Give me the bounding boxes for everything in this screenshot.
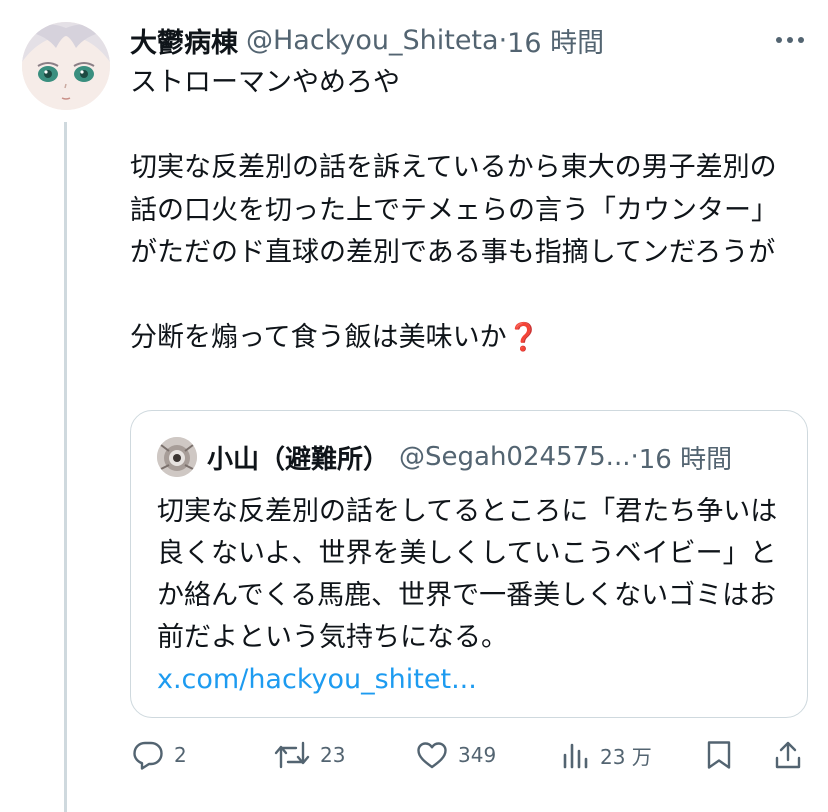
views-count: 23 万 bbox=[600, 744, 652, 769]
post-time[interactable]: 16 時間 bbox=[507, 21, 604, 60]
quote-link[interactable]: x.com/hackyou_shitet... bbox=[157, 664, 477, 695]
thread-line bbox=[64, 122, 67, 812]
action-bar: 2 23 349 23 万 bbox=[130, 730, 808, 780]
quote-author-name: 小山（避難所） bbox=[207, 444, 390, 475]
reply-count: 2 bbox=[174, 743, 187, 767]
reply-button[interactable]: 2 bbox=[132, 730, 187, 780]
share-icon bbox=[775, 741, 801, 769]
quote-time: 16 時間 bbox=[638, 444, 733, 475]
views-button[interactable]: 23 万 bbox=[562, 730, 652, 780]
share-button[interactable] bbox=[774, 730, 802, 780]
like-count: 349 bbox=[458, 743, 497, 767]
repost-count: 23 bbox=[320, 743, 346, 767]
quote-author-handle: @Segah024575... bbox=[399, 442, 631, 472]
author-avatar[interactable] bbox=[22, 22, 110, 110]
repost-icon bbox=[274, 741, 310, 769]
quote-author-avatar[interactable] bbox=[157, 437, 197, 477]
repost-button[interactable]: 23 bbox=[274, 730, 345, 780]
separator-dot: · bbox=[498, 24, 508, 56]
more-icon[interactable] bbox=[774, 24, 806, 56]
quoted-post[interactable]: 小山（避難所） @Segah024575... · 16 時間 切実な反差別の話… bbox=[130, 410, 808, 718]
quote-header: 小山（避難所） @Segah024575... · 16 時間 bbox=[207, 437, 732, 477]
post-text: ストローマンやめろや 切実な反差別の話を訴えているから東大の男子差別の話の口火を… bbox=[130, 67, 778, 353]
views-icon bbox=[563, 743, 588, 769]
quote-text-body: 切実な反差別の話をしてるところに「君たち争いは良くないよ、世界を美しくしていこう… bbox=[157, 496, 778, 653]
post-header: 大鬱病棟 @Hackyou_Shiteta · 16 時間 bbox=[130, 20, 604, 60]
bookmark-icon bbox=[707, 741, 731, 769]
heart-icon bbox=[417, 742, 447, 769]
author-name[interactable]: 大鬱病棟 bbox=[130, 21, 238, 60]
author-handle[interactable]: @Hackyou_Shiteta bbox=[246, 25, 499, 56]
separator-dot: · bbox=[630, 442, 639, 472]
quote-text: 切実な反差別の話をしてるところに「君たち争いは良くないよ、世界を美しくしていこう… bbox=[157, 491, 787, 701]
like-button[interactable]: 349 bbox=[416, 730, 496, 780]
bookmark-button[interactable] bbox=[706, 730, 732, 780]
reply-icon bbox=[133, 741, 163, 770]
